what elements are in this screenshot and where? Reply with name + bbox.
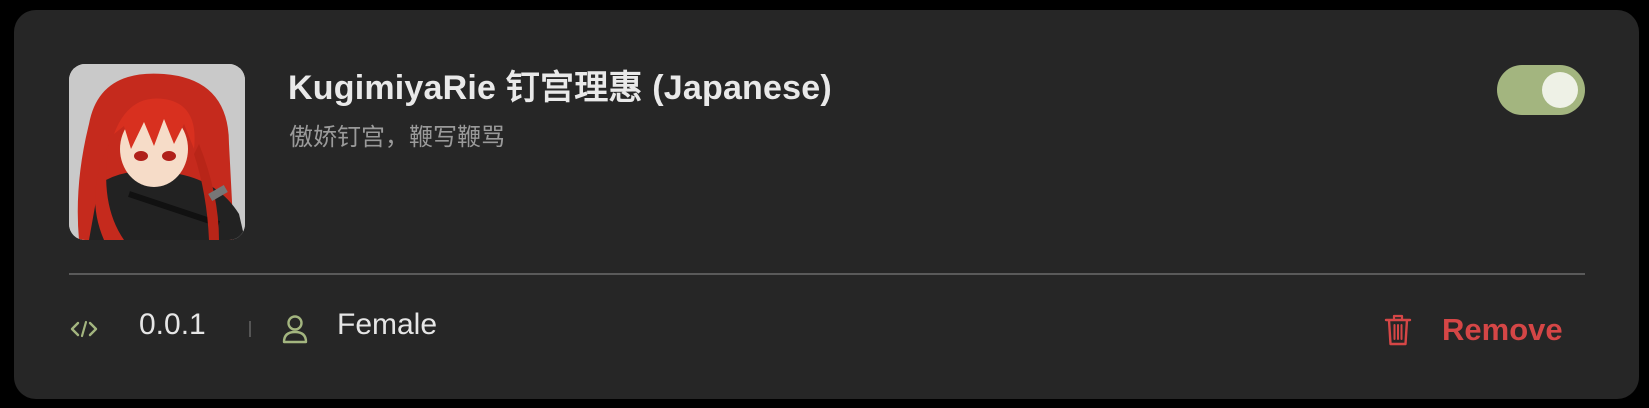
code-icon	[70, 320, 98, 338]
gender-value: Female	[337, 308, 438, 341]
anime-character-avatar-icon	[69, 64, 245, 240]
enable-toggle[interactable]	[1497, 65, 1585, 115]
avatar	[69, 64, 245, 240]
voice-card: KugimiyaRie 钉宫理惠 (Japanese) 傲娇钉宫，鞭写鞭骂 0.…	[14, 10, 1639, 399]
divider	[69, 273, 1585, 275]
trash-icon	[1384, 314, 1412, 346]
toggle-knob	[1542, 72, 1578, 108]
remove-button[interactable]: Remove	[1384, 306, 1563, 354]
voice-title: KugimiyaRie 钉宫理惠 (Japanese)	[288, 69, 832, 107]
user-icon	[282, 315, 308, 344]
remove-label: Remove	[1442, 312, 1563, 347]
meta-separator	[249, 321, 251, 337]
voice-description: 傲娇钉宫，鞭写鞭骂	[289, 124, 505, 151]
version-value: 0.0.1	[139, 308, 206, 341]
